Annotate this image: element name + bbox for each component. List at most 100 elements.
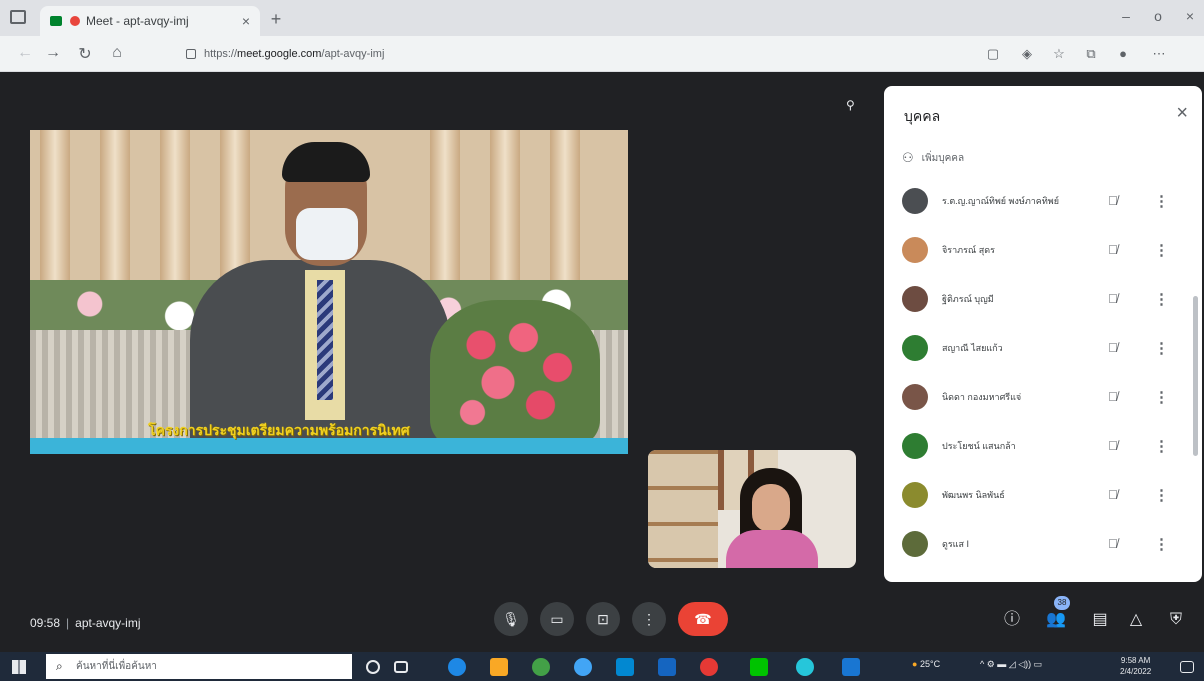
- meeting-code: apt-avqy-imj: [75, 616, 141, 630]
- opera-icon[interactable]: [700, 658, 718, 676]
- back-button[interactable]: ←: [14, 44, 36, 62]
- browser-tab-meet[interactable]: Meet - apt-avqy-imj ×: [40, 6, 260, 36]
- more-vert-icon[interactable]: ⋮: [1154, 437, 1169, 455]
- camera-button[interactable]: ▭: [540, 602, 574, 636]
- participant-name: สญาณี ไสยแก้ว: [942, 342, 1003, 353]
- avatar: [902, 285, 928, 312]
- windows-taskbar: ⌕ ค้นหาที่นี่เพื่อค้นหา ● 25°C ^ ⚙ ▬ ◿ ◁…: [0, 652, 1204, 681]
- more-vert-icon[interactable]: ⋮: [1154, 241, 1169, 259]
- new-tab-button[interactable]: +: [266, 10, 286, 30]
- more-vert-icon[interactable]: ⋮: [1154, 535, 1169, 553]
- participant-body: [726, 530, 818, 568]
- microphone-button[interactable]: 🎙: [494, 602, 528, 636]
- more-vert-icon[interactable]: ⋮: [1154, 486, 1169, 504]
- panel-close-button[interactable]: ×: [1176, 102, 1188, 125]
- participant-list: ร.ต.ญ.ญาณ์ทิพย์ พงษ์ภาคทิพย์ 🎙̸ ⋮ จิราภร…: [884, 176, 1184, 568]
- more-vert-icon[interactable]: ⋮: [1154, 290, 1169, 308]
- url-prefix: https://: [204, 48, 238, 60]
- avatar: [902, 432, 928, 459]
- avatar: [902, 530, 928, 557]
- end-call-button[interactable]: ☎: [678, 602, 728, 636]
- weather-icon: ●: [912, 659, 918, 669]
- edge-browser-icon[interactable]: [448, 658, 466, 676]
- more-vert-icon[interactable]: ⋮: [1154, 192, 1169, 210]
- participant-name: นิดดา กองมหาศรีแจ่: [942, 391, 1022, 402]
- host-controls-icon: ⛨: [1169, 611, 1182, 628]
- settings-more-icon[interactable]: ⋯: [1150, 45, 1168, 63]
- list-item[interactable]: สญาณี ไสยแก้ว 🎙̸ ⋮: [884, 323, 1184, 372]
- add-people-button[interactable]: ⚇ เพิ่มบุคคล: [902, 150, 964, 166]
- info-button[interactable]: ⓘ: [1000, 608, 1024, 632]
- store-icon[interactable]: [616, 658, 634, 676]
- edge-dev-icon[interactable]: [796, 658, 814, 676]
- mail-icon[interactable]: [658, 658, 676, 676]
- tab-close-button[interactable]: ×: [242, 13, 250, 29]
- mic-off-icon: 🎙̸: [1108, 438, 1118, 453]
- list-item[interactable]: ร.ต.ญ.ญาณ์ทิพย์ พงษ์ภาคทิพย์ 🎙̸ ⋮: [884, 176, 1184, 225]
- minimize-button[interactable]: –: [1116, 8, 1136, 24]
- profile-icon[interactable]: ●: [1114, 45, 1132, 63]
- participant-name: พัฒนพร นิลพันธ์: [942, 489, 1005, 500]
- list-item[interactable]: นิดดา กองมหาศรีแจ่ 🎙̸ ⋮: [884, 372, 1184, 421]
- home-button[interactable]: ⌂: [106, 44, 128, 62]
- more-options-button[interactable]: ⋮: [632, 602, 666, 636]
- present-button[interactable]: ⊡: [586, 602, 620, 636]
- self-video-tile[interactable]: [648, 450, 856, 568]
- mic-off-icon: 🎙̸: [1108, 340, 1118, 355]
- forward-button[interactable]: →: [42, 44, 64, 62]
- main-video-tile[interactable]: โครงการประชุมเตรียมความพร้อมการนิเทศ: [30, 130, 628, 454]
- address-bar-row: ← → ↻ ⌂ https://meet.google.com/apt-avqy…: [0, 36, 1204, 72]
- activities-button[interactable]: △: [1124, 608, 1148, 632]
- list-item[interactable]: จิราภรณ์ สุดร 🎙̸ ⋮: [884, 225, 1184, 274]
- panel-scrollbar[interactable]: [1193, 296, 1198, 456]
- meeting-time: 09:58: [30, 616, 61, 630]
- taskbar-clock[interactable]: 9:58 AM 2/4/2022: [1120, 655, 1151, 677]
- windows-start-icon[interactable]: [12, 660, 26, 674]
- avatar: [902, 481, 928, 508]
- host-controls-button[interactable]: ⛨: [1164, 608, 1188, 632]
- mic-off-icon: 🎙̸: [1108, 389, 1118, 404]
- people-button[interactable]: 👥: [1044, 608, 1068, 632]
- pin-icon[interactable]: ⚲: [846, 98, 855, 112]
- participant-name: ร.ต.ญ.ญาณ์ทิพย์ พงษ์ภาคทิพย์: [942, 195, 1059, 206]
- url-field[interactable]: https://meet.google.com/apt-avqy-imj: [186, 44, 946, 64]
- extensions-icon[interactable]: ◈: [1018, 45, 1036, 63]
- collections-icon[interactable]: ⧉: [1082, 45, 1100, 63]
- speaker-face-mask: [296, 208, 358, 260]
- favorites-icon[interactable]: ☆: [1050, 45, 1068, 63]
- chrome-icon[interactable]: [532, 658, 550, 676]
- meet-favicon-icon: [50, 16, 62, 26]
- mic-off-icon: 🎙̸: [1108, 242, 1118, 257]
- weather-widget[interactable]: ● 25°C: [912, 659, 940, 669]
- system-tray-icons[interactable]: ^ ⚙ ▬ ◿ ◁)) ▭: [980, 659, 1042, 670]
- notification-icon[interactable]: [1180, 661, 1194, 673]
- participant-face: [752, 484, 790, 532]
- read-aloud-icon[interactable]: ▢: [984, 45, 1002, 63]
- weather-temp: 25°C: [919, 659, 941, 669]
- task-view-icon[interactable]: [394, 661, 408, 673]
- tab-actions-icon[interactable]: [10, 10, 26, 24]
- avatar: [902, 383, 928, 410]
- refresh-button[interactable]: ↻: [74, 44, 96, 64]
- clock-date: 2/4/2022: [1120, 667, 1152, 676]
- internet-explorer-icon[interactable]: [574, 658, 592, 676]
- cortana-icon[interactable]: [366, 660, 380, 674]
- more-vert-icon[interactable]: ⋮: [1154, 388, 1169, 406]
- photos-icon[interactable]: [842, 658, 860, 676]
- meeting-info: 09:58 | apt-avqy-imj: [30, 616, 141, 630]
- more-vert-icon[interactable]: ⋮: [1154, 339, 1169, 357]
- chat-button[interactable]: ▤: [1088, 608, 1112, 632]
- participant-count-badge: 38: [1054, 596, 1070, 610]
- file-explorer-icon[interactable]: [490, 658, 508, 676]
- info-icon: ⓘ: [1003, 611, 1020, 628]
- mic-off-icon: 🎙̸: [1108, 487, 1118, 502]
- maximize-button[interactable]: o: [1148, 8, 1168, 24]
- list-item[interactable]: ประโยชน์ แสนกล้า 🎙̸ ⋮: [884, 421, 1184, 470]
- taskbar-search-input[interactable]: ⌕ ค้นหาที่นี่เพื่อค้นหา: [46, 654, 352, 679]
- list-item[interactable]: ดูรแส I 🎙̸ ⋮: [884, 519, 1184, 568]
- close-window-button[interactable]: ×: [1180, 8, 1200, 24]
- speaker-tie: [317, 280, 333, 400]
- list-item[interactable]: ฐิติภรณ์ บุญมี 🎙̸ ⋮: [884, 274, 1184, 323]
- list-item[interactable]: พัฒนพร นิลพันธ์ 🎙̸ ⋮: [884, 470, 1184, 519]
- line-app-icon[interactable]: [750, 658, 768, 676]
